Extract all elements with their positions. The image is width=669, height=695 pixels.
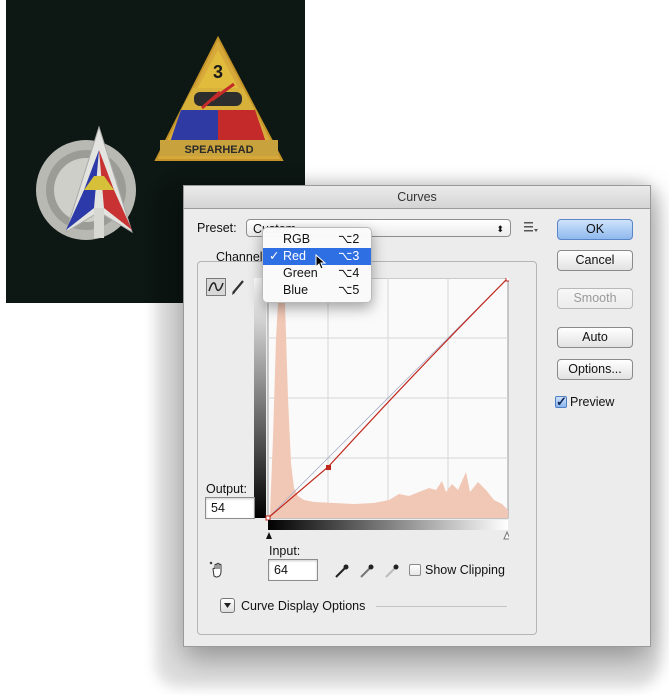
menu-item-label: Red <box>283 249 306 263</box>
menu-item-blue[interactable]: Blue ⌥5 <box>263 282 371 299</box>
cancel-button[interactable]: Cancel <box>557 250 633 271</box>
badge-motto: SPEARHEAD <box>184 144 253 156</box>
black-point-slider[interactable] <box>266 532 272 539</box>
output-field[interactable]: 54 <box>205 497 255 519</box>
menu-item-label: RGB <box>283 232 311 246</box>
channel-label: Channel <box>216 250 263 264</box>
show-clipping-checkbox[interactable] <box>409 564 421 576</box>
curve-point-white[interactable] <box>505 278 509 282</box>
curve-tool-icon[interactable] <box>206 278 226 296</box>
menu-item-shortcut: ⌥4 <box>338 266 360 280</box>
disclosure-icon[interactable] <box>220 598 235 613</box>
hand-adjust-icon[interactable] <box>209 561 227 579</box>
input-field[interactable]: 64 <box>268 559 318 581</box>
menu-item-shortcut: ⌥2 <box>338 232 360 246</box>
preview-label: Preview <box>570 395 615 409</box>
eyedropper-black-icon[interactable] <box>334 563 350 579</box>
output-label: Output: <box>206 482 247 496</box>
checkmark-icon: ✓ <box>269 249 280 263</box>
pencil-icon[interactable] <box>230 278 246 296</box>
select-arrows-icon: ⬍ <box>496 224 504 234</box>
checkmark-icon: ✓ <box>556 394 567 409</box>
separator-line <box>376 606 507 607</box>
curve-point-black[interactable] <box>265 515 271 521</box>
white-point-slider[interactable] <box>503 530 509 540</box>
preset-label: Preset: <box>197 221 237 235</box>
auto-button[interactable]: Auto <box>557 327 633 348</box>
show-clipping-label: Show Clipping <box>425 563 505 577</box>
mouse-cursor-icon <box>315 254 327 270</box>
preset-options-icon[interactable] <box>524 221 538 233</box>
curve-graph[interactable] <box>254 278 509 548</box>
smooth-button[interactable]: Smooth <box>557 288 633 309</box>
curve-display-options-label[interactable]: Curve Display Options <box>241 599 365 613</box>
menu-item-label: Blue <box>283 283 309 297</box>
output-gradient-bar <box>254 278 266 518</box>
eyedropper-gray-icon[interactable] <box>359 563 375 579</box>
menu-item-shortcut: ⌥3 <box>338 249 360 263</box>
menu-item-label: Green <box>283 266 318 280</box>
options-button[interactable]: Options... <box>557 359 633 380</box>
input-gradient-bar <box>268 520 508 530</box>
menu-item-shortcut: ⌥5 <box>338 283 360 297</box>
dialog-title: Curves <box>184 186 650 209</box>
preview-checkbox[interactable]: ✓ <box>555 394 567 409</box>
ok-button[interactable]: OK <box>557 219 633 240</box>
eyedropper-white-icon[interactable] <box>384 563 400 579</box>
curve-point-selected[interactable] <box>326 465 331 470</box>
menu-item-rgb[interactable]: RGB ⌥2 <box>263 231 371 248</box>
badge-number: 3 <box>213 62 223 82</box>
curves-dialog: Curves Preset: Custom ⬍ OK Cancel Smooth… <box>183 185 651 647</box>
input-label: Input: <box>269 544 301 558</box>
